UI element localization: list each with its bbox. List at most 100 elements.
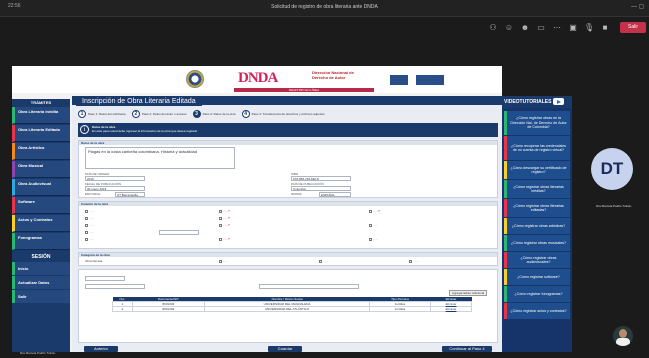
editorial-label: EDITORIAL: [85, 192, 101, 196]
seal-icon: [186, 70, 204, 88]
step-4[interactable]: 4 Paso 4: Transferencia de derechos y arc…: [241, 109, 325, 119]
nav-item-obra-literaria-editada[interactable]: Obra Literaria Editada: [12, 125, 70, 142]
leave-button[interactable]: Salir: [620, 22, 646, 33]
video-item[interactable]: ¿Cómo descargar su certificado de regist…: [504, 161, 570, 179]
participant-name: Dra Marcela Patiño Tulcan: [596, 204, 632, 208]
video-item[interactable]: ¿Cómo registrar obras literarias editada…: [504, 199, 570, 217]
self-video-avatar[interactable]: [613, 326, 633, 346]
back-button[interactable]: Anterior: [84, 346, 118, 352]
step-label: Paso 3: Datos de la obra: [202, 112, 236, 116]
window-controls[interactable]: — ▢: [631, 3, 644, 10]
video-item[interactable]: ¿Cómo registrar obras musicales?: [504, 235, 570, 251]
option-checkbox[interactable]: ·····: [85, 237, 94, 241]
nav-item-actos-contratos[interactable]: Actos y Contratos: [12, 215, 70, 232]
main-form: Inscripción de Obra Literaria Editada 1P…: [72, 96, 502, 352]
video-item[interactable]: ¿Cómo registrar obras artísticas?: [504, 218, 570, 234]
editorial-field[interactable]: UT Barranquilla: [115, 192, 145, 197]
window-title: Solicitud de registro de obra literaria …: [271, 4, 378, 10]
page-title: Inscripción de Obra Literaria Editada: [76, 97, 202, 106]
more-icon[interactable]: ⋯: [552, 23, 562, 33]
share-icon[interactable]: ▭: [536, 23, 546, 33]
nav-item-obra-audiovisual[interactable]: Obra Audiovisual: [12, 179, 70, 196]
isbn-field[interactable]: 978-958-746-640-8: [291, 176, 351, 181]
step-label: Paso 2: Datos del autor o autores: [141, 112, 187, 116]
option-checkbox[interactable]: ·····: [85, 223, 94, 227]
video-item[interactable]: ¿Cómo registrar obras literarias inédita…: [504, 180, 570, 198]
video-item[interactable]: ¿Cómo registrar fonogramas?: [504, 286, 570, 302]
nav-item-obra-artistica[interactable]: Obra Artística: [12, 143, 70, 160]
meeting-controls: ⚇ ☺ ☻ ▭ ⋯ ▣ 🎙 ■: [488, 21, 610, 35]
step-3[interactable]: 3 Paso 3: Datos de la obra: [192, 109, 236, 119]
nav-item-inicio[interactable]: Inicio: [12, 262, 70, 275]
option-checkbox[interactable]: ·····?: [219, 209, 230, 213]
nav-item-obra-literaria-inedita[interactable]: Obra Literaria Inédita: [12, 107, 70, 124]
idioma-field[interactable]: ESPAÑOL: [319, 192, 351, 197]
option-checkbox[interactable]: ·····?: [219, 237, 230, 241]
year-field[interactable]: 2019: [85, 176, 145, 181]
reactions-icon[interactable]: ☻: [520, 23, 530, 33]
add-editor-button[interactable]: Agregar Editor Adicional: [449, 290, 488, 296]
delete-link[interactable]: Eliminar: [430, 306, 472, 312]
video-item[interactable]: ¿Cómo registrar actos y contratos?: [504, 303, 570, 319]
video-panel-title: VIDEOTUTORIALES: [504, 99, 552, 105]
screen-icon[interactable]: ■: [600, 23, 610, 33]
option-checkbox[interactable]: ·····?: [219, 223, 230, 227]
nav-item-fonogramas[interactable]: Fonogramas: [12, 233, 70, 250]
category-radio[interactable]: ·····: [219, 259, 228, 263]
video-item[interactable]: ¿Cómo registrar obras en la Dirección Na…: [504, 111, 570, 135]
nav-item-salir[interactable]: Salir: [12, 290, 70, 303]
video-panel-header: VIDEOTUTORIALES: [502, 96, 572, 108]
nav-item-obra-musical[interactable]: Obra Musical: [12, 161, 70, 178]
nav-item-software[interactable]: Software: [12, 197, 70, 214]
info-text: En este paso usted debe ingresar la info…: [92, 129, 198, 133]
step-number: 4: [241, 110, 250, 118]
people-icon[interactable]: ⚇: [488, 23, 498, 33]
category-radio[interactable]: ·····: [409, 259, 418, 263]
section-heading: Carácter de la obra: [79, 202, 497, 206]
option-checkbox[interactable]: ·····: [85, 230, 94, 234]
editor-doc-field[interactable]: [85, 284, 145, 289]
option-checkbox[interactable]: ·····: [369, 223, 378, 227]
editor-type-select[interactable]: [85, 276, 125, 281]
work-data-section: Datos de la obra Plagas en la costa cari…: [78, 140, 498, 198]
table-cell: UNIVERSIDAD DEL ATLÁNTICO: [204, 306, 370, 312]
table-cell: Jurídica: [368, 306, 432, 312]
option-checkbox[interactable]: ·····?: [219, 216, 230, 220]
editor-table: Nro. Documento/NIT Nombre / Razón Social…: [112, 297, 472, 312]
table-cell: 2: [112, 306, 133, 312]
site-banner: DNDA Dirección Nacional de Derecho de Au…: [12, 66, 502, 93]
step-number: 1: [78, 110, 86, 118]
option-checkbox[interactable]: ·····: [369, 237, 378, 241]
nav-header: TRÁMITES: [12, 99, 70, 106]
presenter-name: Dra Marcela Patiño Tulcan: [20, 351, 56, 355]
camera-icon[interactable]: ▣: [568, 23, 578, 33]
category-radio-selected[interactable]: Obra literaria: [85, 259, 102, 263]
step-1[interactable]: 1 Paso 1: Datos del solicitante: [78, 109, 126, 119]
option-checkbox[interactable]: ·····: [85, 209, 94, 213]
gov-logo-2-icon: [416, 75, 444, 85]
form-actions: Anterior Guardar Continuar al Paso 4: [72, 345, 502, 352]
participant-avatar[interactable]: DT: [591, 148, 633, 190]
gov-logo-icon: [390, 75, 408, 85]
chat-icon[interactable]: ☺: [504, 23, 514, 33]
info-icon: i: [80, 125, 89, 134]
work-title-field[interactable]: Plagas en la costa caribeña colombiana. …: [85, 147, 235, 169]
save-button[interactable]: Guardar: [268, 346, 302, 352]
step-label: Paso 1: Datos del solicitante: [88, 112, 126, 116]
video-item[interactable]: ¿Cómo registrar obras audiovisuales?: [504, 252, 570, 268]
next-button[interactable]: Continuar al Paso 4: [442, 346, 492, 352]
option-checkbox[interactable]: ·····?: [369, 209, 380, 213]
mic-icon[interactable]: 🎙: [584, 23, 594, 33]
wizard-steps: 1 Paso 1: Datos del solicitante 2 Paso 2: …: [78, 109, 498, 119]
fecha-field[interactable]: 30 enero 2019: [85, 186, 145, 191]
nav-item-actualizar-datos[interactable]: Actualizar Datos: [12, 276, 70, 289]
pais-publicacion-field[interactable]: Colombia: [291, 186, 351, 191]
video-item[interactable]: ¿Cómo recuperar las credenciales de mi c…: [504, 136, 570, 160]
left-nav: TRÁMITES Obra Literaria Inédita Obra Lit…: [12, 99, 70, 352]
other-field[interactable]: [159, 230, 199, 235]
option-checkbox[interactable]: ·····: [85, 216, 94, 220]
video-item[interactable]: ¿Cómo registrar software?: [504, 269, 570, 285]
step-2[interactable]: 2 Paso 2: Datos del autor o autores: [131, 109, 187, 119]
editor-name-field[interactable]: [259, 284, 359, 289]
category-radio[interactable]: ·····: [319, 259, 328, 263]
